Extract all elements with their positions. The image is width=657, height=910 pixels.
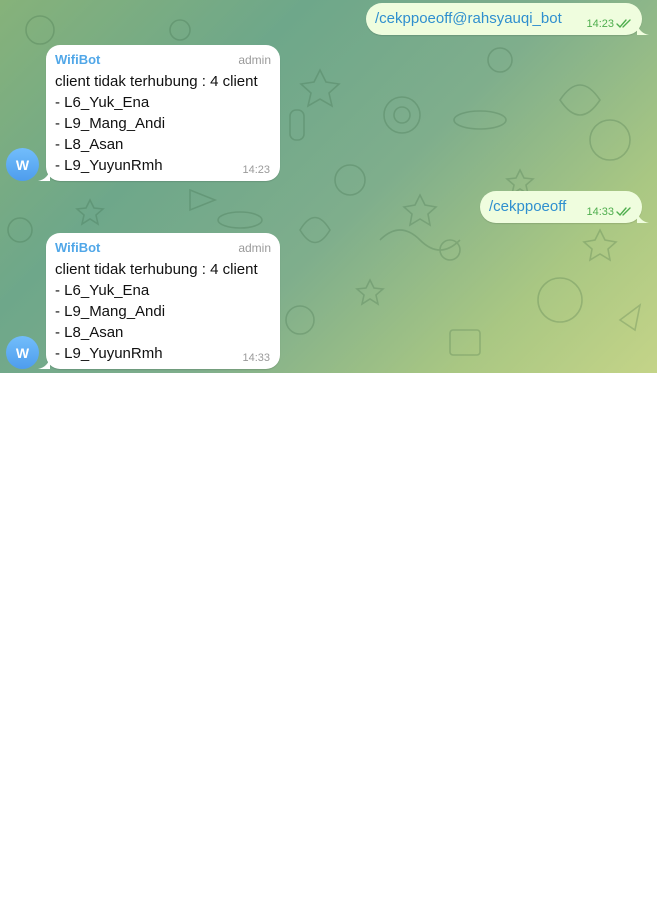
avatar[interactable]: W [6, 148, 39, 181]
message-line: - L8_Asan [55, 136, 124, 153]
message-text: client tidak terhubung : 4 client - L6_Y… [55, 71, 258, 176]
avatar-letter: W [15, 156, 30, 173]
message-line: - L9_YuyunRmh [55, 345, 163, 362]
message-time: 14:23 [586, 18, 614, 30]
message-meta: 14:33 [586, 206, 634, 218]
message-line: - L6_Yuk_Ena [55, 94, 150, 111]
outgoing-message[interactable]: /cekppoeoff@rahsyauqi_bot 14:23 [366, 3, 642, 35]
sender-role-badge: admin [238, 53, 271, 67]
bubble-tail [38, 357, 50, 369]
incoming-message[interactable]: WifiBot admin client tidak terhubung : 4… [46, 233, 280, 369]
bubble-tail [637, 211, 649, 223]
avatar-letter: W [15, 344, 30, 361]
bubble-tail [38, 169, 50, 181]
sender-name[interactable]: WifiBot [55, 52, 100, 67]
chat-area[interactable]: /cekppoeoff@rahsyauqi_bot 14:23 WifiBot … [0, 0, 657, 373]
message-time: 14:23 [242, 164, 270, 176]
message-text: client tidak terhubung : 4 client - L6_Y… [55, 259, 258, 364]
command-link[interactable]: /cekppoeoff [489, 198, 566, 215]
double-check-icon [616, 19, 631, 29]
message-line: - L9_Mang_Andi [55, 303, 166, 320]
message-meta: 14:23 [586, 18, 634, 30]
outgoing-message[interactable]: /cekppoeoff 14:33 [480, 191, 642, 223]
message-line: client tidak terhubung : 4 client [55, 261, 258, 278]
incoming-message[interactable]: WifiBot admin client tidak terhubung : 4… [46, 45, 280, 181]
double-check-icon [616, 207, 631, 217]
command-link[interactable]: /cekppoeoff@rahsyauqi_bot [375, 10, 562, 27]
message-line: - L8_Asan [55, 324, 124, 341]
message-line: - L6_Yuk_Ena [55, 282, 150, 299]
sender-name[interactable]: WifiBot [55, 240, 100, 255]
message-line: client tidak terhubung : 4 client [55, 73, 258, 90]
sender-role-badge: admin [238, 241, 271, 255]
message-time: 14:33 [242, 352, 270, 364]
bubble-tail [637, 23, 649, 35]
message-line: - L9_YuyunRmh [55, 157, 163, 174]
message-time: 14:33 [586, 206, 614, 218]
message-line: - L9_Mang_Andi [55, 115, 166, 132]
avatar[interactable]: W [6, 336, 39, 369]
